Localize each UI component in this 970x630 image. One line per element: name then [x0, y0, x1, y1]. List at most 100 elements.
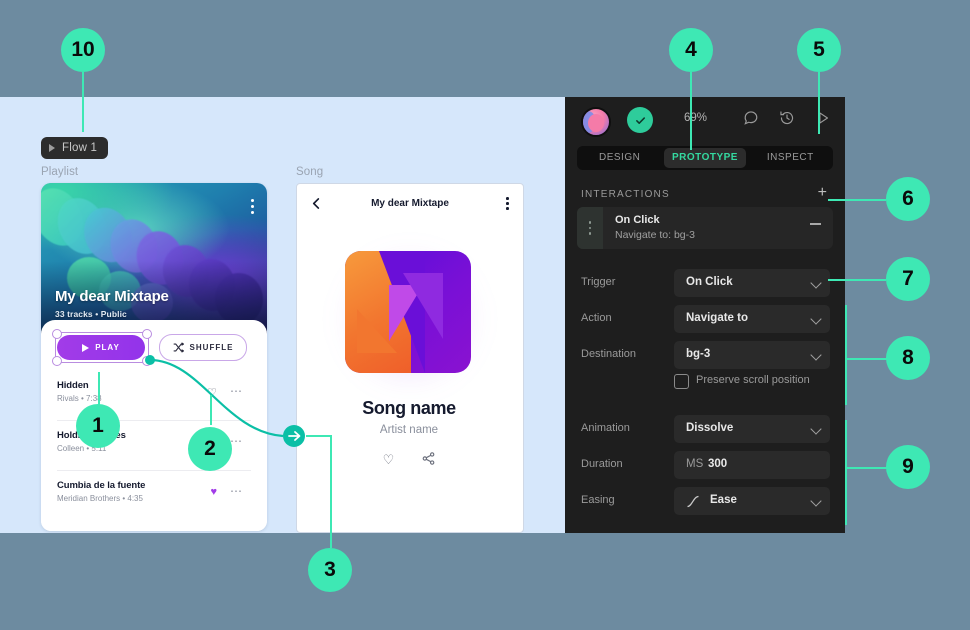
frame-playlist[interactable]: My dear Mixtape 33 tracks • Public PLAY … — [41, 183, 267, 531]
callout-leader-3a — [306, 435, 332, 437]
callout-leader-6 — [828, 199, 886, 201]
like-icon[interactable]: ♡ — [207, 386, 217, 399]
panel-toolbar: 69% — [565, 97, 845, 143]
add-interaction-button[interactable]: + — [818, 185, 827, 201]
tab-design[interactable]: DESIGN — [579, 148, 660, 168]
callout-6[interactable]: 6 — [886, 177, 930, 221]
row-label-duration: Duration — [581, 458, 623, 470]
destination-select[interactable]: bg-3 — [674, 341, 830, 369]
playlist-title: My dear Mixtape — [55, 288, 169, 305]
drag-handle-icon[interactable] — [577, 207, 603, 249]
trigger-select[interactable]: On Click — [674, 269, 830, 297]
frame-label-song[interactable]: Song — [296, 166, 323, 178]
callout-4[interactable]: 4 — [669, 28, 713, 72]
flow-badge-label: Flow 1 — [62, 142, 97, 154]
row-label-easing: Easing — [581, 494, 615, 506]
playlist-subtitle: 33 tracks • Public — [55, 309, 127, 319]
divider — [57, 470, 251, 471]
chevron-down-icon — [810, 277, 821, 288]
avatar[interactable] — [581, 107, 611, 137]
duration-unit: MS — [686, 458, 703, 470]
interaction-trigger-title: On Click — [615, 214, 660, 226]
shuffle-button-label: SHUFFLE — [190, 343, 234, 352]
callout-leader-9 — [845, 467, 887, 469]
callout-7[interactable]: 7 — [886, 257, 930, 301]
screenshot-root: Playlist Song My dear Mixtape 33 tracks … — [0, 0, 970, 630]
callout-leader-4 — [690, 72, 692, 150]
track-overflow-icon[interactable]: ⋯ — [230, 384, 243, 398]
easing-select[interactable]: Ease — [674, 487, 830, 515]
row-label-trigger: Trigger — [581, 276, 615, 288]
history-icon[interactable] — [779, 110, 795, 126]
chevron-down-icon — [810, 313, 821, 324]
interaction-action-summary: Navigate to: bg-3 — [615, 229, 695, 241]
track-meta: Rivals • 7:38 — [57, 394, 251, 403]
collapse-icon[interactable] — [810, 223, 821, 225]
track-name: Hidden — [57, 380, 251, 391]
action-value: Navigate to — [686, 312, 748, 324]
action-select[interactable]: Navigate to — [674, 305, 830, 333]
row-label-destination: Destination — [581, 348, 636, 360]
callout-leader-3b — [330, 435, 332, 548]
callout-2[interactable]: 2 — [188, 427, 232, 471]
song-name: Song name — [296, 398, 522, 419]
shuffle-icon — [173, 342, 184, 353]
share-icon[interactable] — [422, 452, 435, 465]
play-button[interactable]: PLAY — [57, 335, 145, 360]
playlist-action-buttons: PLAY SHUFFLE — [57, 334, 247, 361]
tab-prototype[interactable]: PROTOTYPE — [664, 148, 745, 168]
callout-bracket-9 — [845, 420, 847, 525]
song-overflow-icon[interactable] — [506, 197, 509, 210]
preserve-scroll-checkbox[interactable] — [674, 374, 689, 389]
callout-leader-5 — [818, 72, 820, 134]
track-meta: Meridian Brothers • 4:35 — [57, 494, 251, 503]
duration-value: 300 — [708, 458, 727, 470]
chevron-down-icon — [810, 423, 821, 434]
track-overflow-icon[interactable]: ⋯ — [230, 434, 243, 448]
callout-10[interactable]: 10 — [61, 28, 105, 72]
callout-1[interactable]: 1 — [76, 404, 120, 448]
animation-select[interactable]: Dissolve — [674, 415, 830, 443]
easing-value: Ease — [710, 494, 737, 506]
duration-input[interactable]: MS 300 — [674, 451, 830, 479]
frame-label-playlist[interactable]: Playlist — [41, 166, 78, 178]
chevron-down-icon — [810, 495, 821, 506]
preserve-scroll-label: Preserve scroll position — [696, 373, 826, 388]
interaction-card[interactable]: On Click Navigate to: bg-3 — [577, 207, 833, 249]
row-label-action: Action — [581, 312, 612, 324]
callout-8[interactable]: 8 — [886, 336, 930, 380]
callout-3[interactable]: 3 — [308, 548, 352, 592]
zoom-level[interactable]: 69% — [684, 112, 707, 124]
like-icon[interactable]: ♡ — [383, 452, 395, 468]
track-name: Cumbia de la fuente — [57, 480, 251, 491]
animation-value: Dissolve — [686, 422, 733, 434]
interactions-section-title: INTERACTIONS — [581, 189, 670, 200]
track-row[interactable]: Cumbia de la fuente Meridian Brothers • … — [57, 480, 251, 503]
play-button-label: PLAY — [95, 343, 120, 352]
playlist-overflow-icon[interactable] — [251, 199, 254, 214]
callout-leader-2 — [210, 395, 212, 425]
song-header-title: My dear Mixtape — [297, 198, 523, 209]
play-icon — [82, 344, 89, 352]
track-overflow-icon[interactable]: ⋯ — [230, 484, 243, 498]
track-row[interactable]: Hidden Rivals • 7:38 ♡ ⋯ — [57, 380, 251, 403]
shuffle-button[interactable]: SHUFFLE — [159, 334, 247, 361]
callout-leader-8 — [845, 358, 887, 360]
callout-leader-10 — [82, 72, 84, 132]
status-check-badge[interactable] — [627, 107, 653, 133]
callout-leader-7 — [828, 279, 886, 281]
tab-inspect[interactable]: INSPECT — [750, 148, 831, 168]
album-art — [345, 251, 471, 373]
chevron-down-icon — [810, 349, 821, 360]
like-icon[interactable]: ♥ — [210, 486, 217, 498]
check-icon — [634, 114, 647, 127]
callout-9[interactable]: 9 — [886, 445, 930, 489]
flow-badge[interactable]: Flow 1 — [41, 137, 108, 159]
comment-icon[interactable] — [743, 110, 759, 126]
trigger-value: On Click — [686, 276, 733, 288]
present-flow-icon — [49, 144, 55, 152]
callout-5[interactable]: 5 — [797, 28, 841, 72]
destination-value: bg-3 — [686, 348, 710, 360]
row-label-animation: Animation — [581, 422, 630, 434]
song-header: My dear Mixtape — [297, 184, 523, 228]
